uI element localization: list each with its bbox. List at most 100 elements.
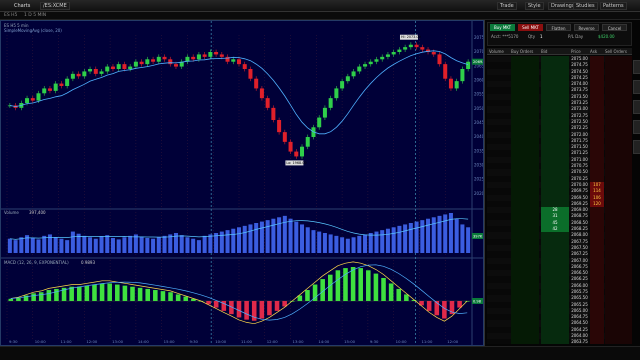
macd-histogram-bar: [358, 268, 363, 301]
ask-col-header: Ask: [590, 49, 598, 54]
ladder-header: Volume Buy Orders Bid Price Ask Sell Ord…: [487, 48, 632, 55]
style-button[interactable]: Style: [525, 2, 544, 10]
volume-bar: [305, 227, 310, 253]
volume-bar: [380, 230, 385, 253]
candle-body: [173, 64, 178, 67]
macd-histogram-bar: [145, 288, 151, 301]
chart-window[interactable]: ES H5 5 min SimpleMovingAvg (close, 20) …: [0, 20, 484, 346]
sell-orders-col-header: Sell Orders: [605, 49, 627, 54]
volume-bar: [219, 231, 224, 253]
buy-orders-col-header: Buy Orders: [511, 49, 534, 54]
volume-bar: [420, 220, 425, 253]
window-title: Charts: [14, 3, 31, 9]
sell-mkt-button[interactable]: Sell MKT: [518, 24, 543, 31]
candle-body: [168, 59, 173, 65]
price-cell[interactable]: 2063.75: [571, 339, 588, 344]
patterns-button[interactable]: Patterns: [600, 2, 627, 10]
flatten-button[interactable]: Flatten: [546, 24, 571, 31]
sell-orders-cell[interactable]: [605, 339, 632, 344]
price-ladder[interactable]: 2075.00 2074.75 2074.50 2074.25 2074.00 2073.…: [487, 56, 632, 344]
ladder-row[interactable]: 2063.75: [487, 339, 632, 344]
candle-body: [196, 54, 201, 60]
macd-histogram-bar: [236, 301, 242, 318]
candle-body: [448, 78, 453, 89]
time-axis-label: 10:00: [396, 339, 408, 344]
trading-screen: Charts /ES:XCME Trade Style Drawings Stu…: [0, 0, 640, 360]
volume-col-header: Volume: [489, 49, 504, 54]
reverse-button[interactable]: Reverse: [574, 24, 599, 31]
volume-bar: [231, 228, 236, 253]
ask-cell[interactable]: [590, 339, 604, 344]
candle-body: [357, 66, 362, 72]
volume-bar: [128, 235, 133, 253]
buy-mkt-button[interactable]: Buy MKT: [490, 24, 515, 31]
macd-histogram-bar: [115, 284, 120, 301]
qty-value[interactable]: 1: [540, 34, 543, 39]
volume-bar: [397, 225, 402, 253]
time-axis-label: 14:00: [138, 339, 150, 344]
candle-body: [139, 61, 144, 65]
symbol-field[interactable]: /ES:XCME: [40, 2, 70, 10]
volume-bar: [254, 223, 259, 253]
volume-bar: [202, 235, 207, 253]
trade-button[interactable]: Trade: [497, 2, 517, 10]
volume-bar: [185, 237, 190, 253]
qty-label: Qty: [528, 34, 536, 39]
side-tab-3[interactable]: [633, 100, 640, 114]
candle-body: [99, 71, 104, 74]
volume-bar: [322, 233, 327, 253]
menu-symbol[interactable]: ES H5: [4, 13, 17, 18]
macd-histogram-bar: [130, 286, 135, 301]
volume-tag: 397K: [473, 235, 483, 239]
candle-body: [305, 137, 310, 147]
volume-bar: [437, 215, 442, 253]
high-tag: Hi: 2073.00: [401, 35, 421, 39]
volume-bar: [426, 218, 431, 253]
side-tab-4[interactable]: [633, 120, 640, 134]
price-axis-label: 2035: [474, 148, 483, 153]
candle-body: [460, 69, 465, 82]
candle-body: [334, 88, 339, 99]
volume-bar: [277, 217, 282, 253]
macd-histogram-bar: [38, 292, 44, 301]
candle-body: [259, 88, 264, 99]
volume-bar: [122, 237, 127, 253]
candle-body: [133, 61, 138, 67]
side-tab-2[interactable]: [633, 80, 640, 94]
volume-cell[interactable]: [489, 339, 509, 344]
side-tab-5[interactable]: [633, 140, 640, 154]
volume-bar: [145, 238, 150, 253]
volume-bar: [19, 237, 24, 253]
studies-button[interactable]: Studies: [573, 2, 598, 10]
volume-bar: [65, 240, 70, 253]
cancel-button[interactable]: Cancel: [602, 24, 627, 31]
candle-body: [236, 59, 242, 65]
candle-body: [454, 81, 459, 89]
time-axis-label: 12:00: [86, 339, 98, 344]
volume-bar: [242, 225, 247, 253]
volume-bar: [334, 235, 339, 253]
volume-bar: [271, 218, 276, 253]
candle-body: [340, 81, 345, 89]
status-bar: [0, 346, 640, 360]
time-axis-label: 12:00: [267, 339, 279, 344]
candle-body: [30, 98, 35, 101]
candle-body: [76, 73, 81, 77]
menu-bar: ES H5 1 D 5 MIN: [0, 12, 640, 20]
candle-body: [93, 69, 98, 74]
volume-bar: [99, 236, 104, 253]
menu-timeframe[interactable]: 1 D 5 MIN: [24, 13, 46, 18]
macd-histogram-bar: [404, 294, 409, 301]
buy-orders-cell[interactable]: [511, 339, 539, 344]
candle-body: [397, 49, 402, 52]
candle-body: [53, 83, 58, 91]
candle-body: [374, 59, 379, 62]
macd-histogram-bar: [160, 291, 166, 301]
macd-histogram-bar: [99, 283, 105, 301]
chart-canvas[interactable]: 2075207020652060205520502045204020352030…: [1, 21, 483, 345]
candle-body: [214, 52, 219, 55]
bid-cell[interactable]: [541, 339, 569, 344]
candle-body: [105, 66, 110, 72]
side-tab-1[interactable]: [633, 60, 640, 74]
time-axis-label: 11:00: [241, 339, 253, 344]
